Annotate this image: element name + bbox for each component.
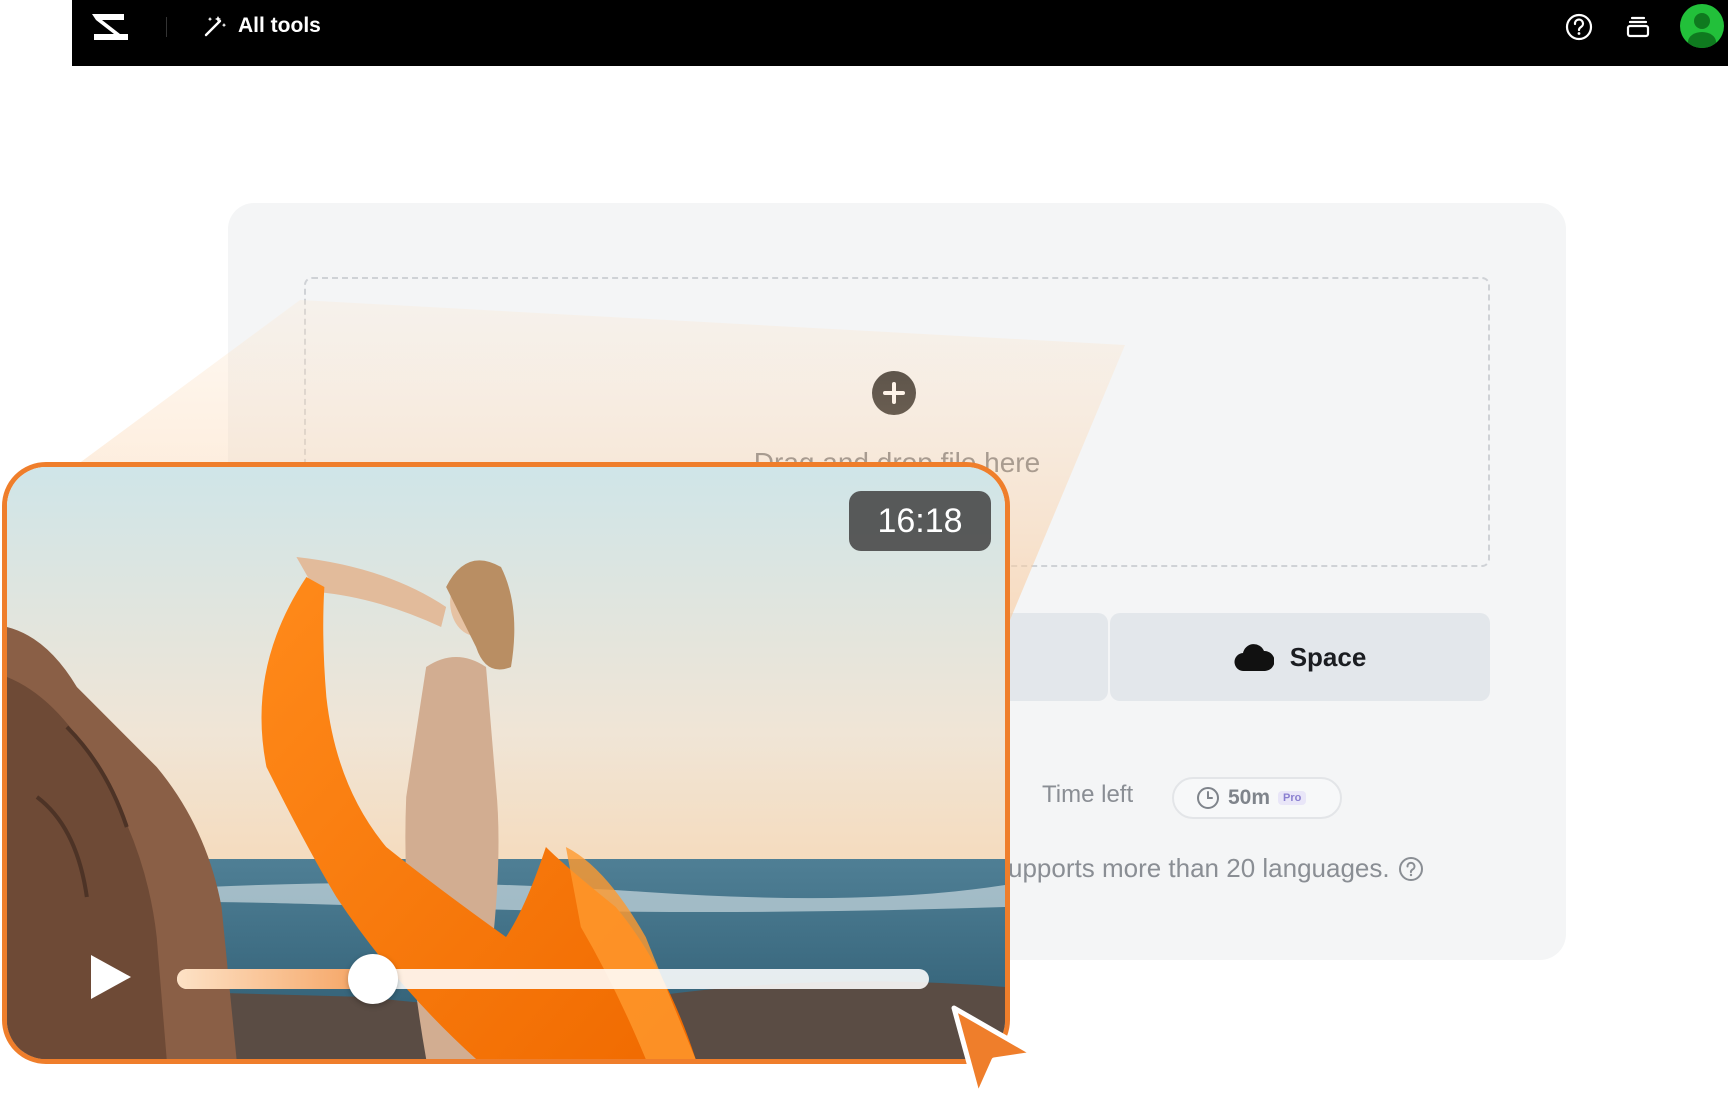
magic-wand-icon — [204, 16, 227, 37]
capcut-logo-icon[interactable] — [88, 10, 132, 44]
progress-fill — [177, 969, 373, 989]
avatar-icon[interactable] — [1680, 4, 1724, 48]
time-left-badge: 50m Pro — [1172, 777, 1342, 819]
add-file-icon[interactable] — [872, 371, 916, 415]
time-left-value: 50m — [1228, 786, 1271, 809]
space-label: Space — [1289, 641, 1367, 672]
video-preview[interactable]: 16:18 — [2, 462, 1010, 1064]
languages-note: upports more than 20 languages. — [1008, 853, 1424, 884]
help-icon[interactable] — [1398, 856, 1424, 882]
cursor-icon — [951, 1005, 1037, 1098]
clock-icon — [1197, 787, 1219, 809]
help-icon[interactable] — [1564, 12, 1594, 42]
space-button[interactable]: Space — [1110, 613, 1490, 701]
all-tools-label: All tools — [238, 14, 321, 37]
top-bar: All tools — [72, 0, 1728, 66]
languages-text: upports more than 20 languages. — [1008, 853, 1390, 883]
progress-bar[interactable] — [177, 954, 929, 1004]
progress-handle[interactable] — [347, 954, 398, 1004]
video-timestamp: 16:18 — [849, 491, 991, 551]
cloud-icon — [1234, 644, 1274, 672]
pro-badge: Pro — [1278, 791, 1307, 805]
all-tools-button[interactable]: All tools — [202, 11, 321, 41]
layers-icon[interactable] — [1623, 12, 1653, 42]
play-icon[interactable] — [87, 951, 135, 1003]
time-left-label: Time left — [1042, 781, 1134, 808]
topbar-divider — [166, 17, 167, 37]
